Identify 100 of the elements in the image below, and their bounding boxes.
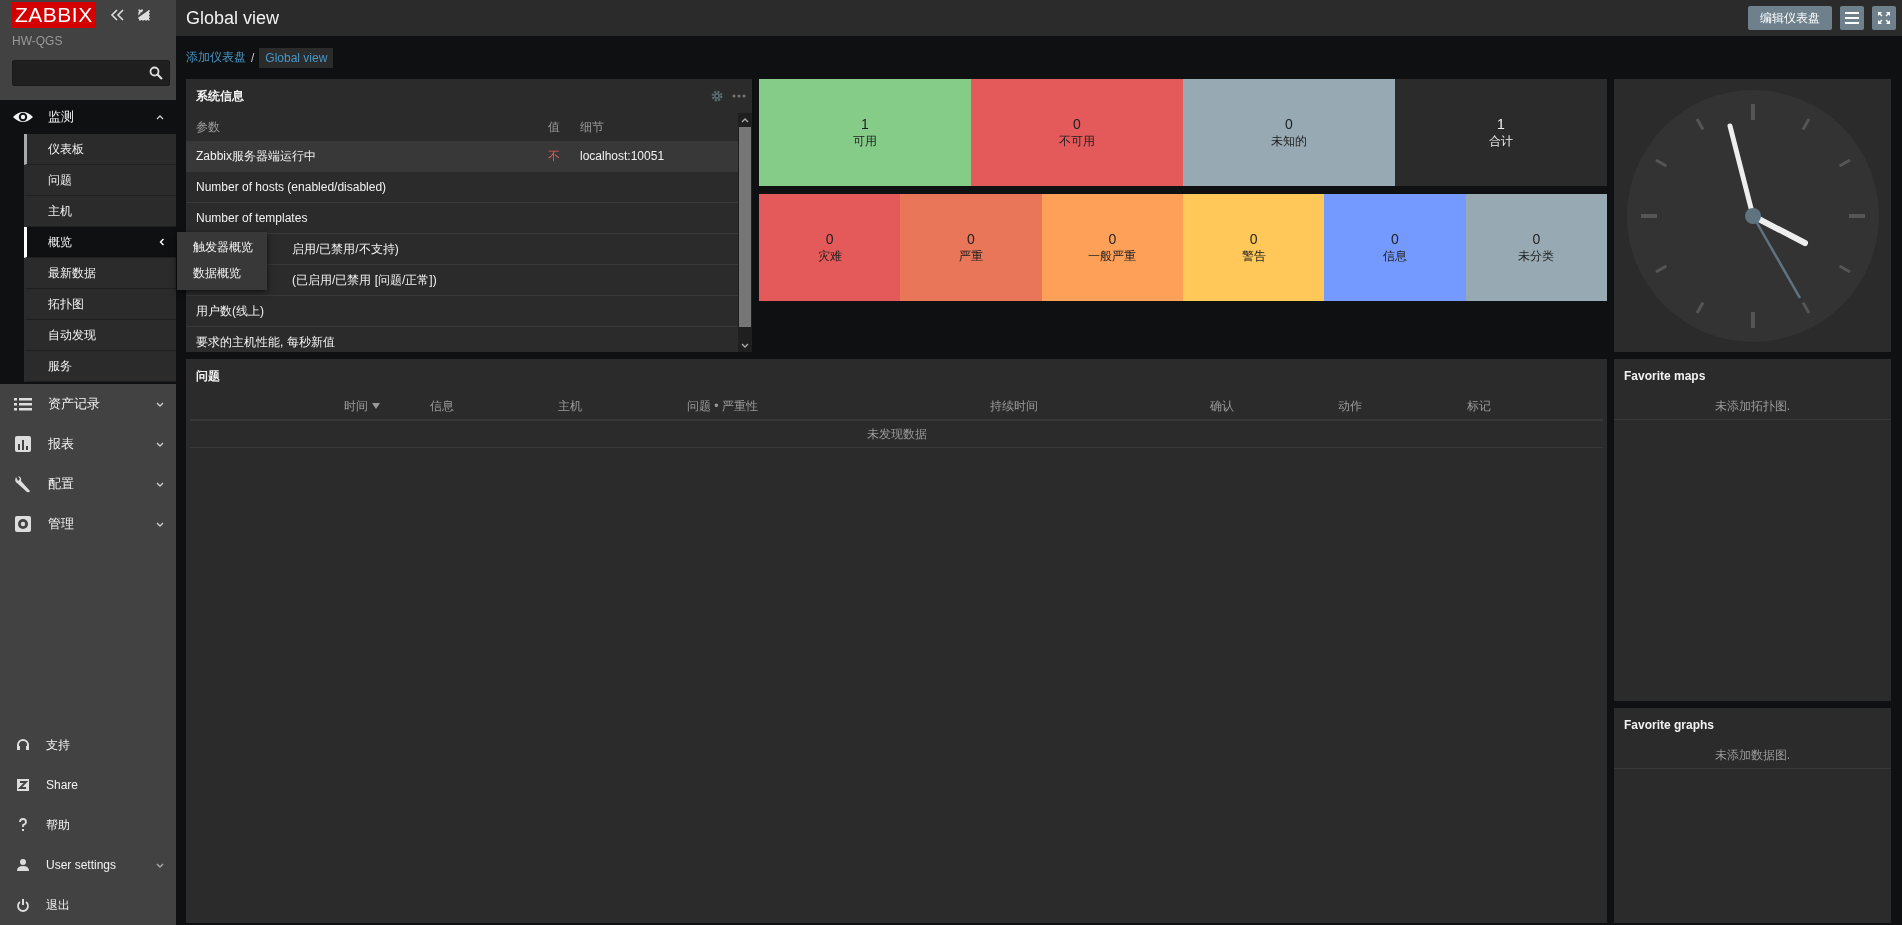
tile-count: 0	[1391, 230, 1399, 247]
widget-title: Favorite maps	[1624, 369, 1707, 383]
logo[interactable]: ZABBIX	[12, 2, 96, 28]
tile-label: 信息	[1382, 247, 1407, 265]
menu-item[interactable]: 管理	[0, 504, 176, 544]
menu-item[interactable]: User settings	[0, 845, 176, 885]
tile-count: 0	[1073, 115, 1081, 132]
tile-label: 不可用	[1059, 132, 1095, 150]
scroll-up-icon	[741, 116, 749, 124]
edit-dashboard-button[interactable]: 编辑仪表盘	[1748, 6, 1832, 30]
chevron-icon	[156, 113, 164, 121]
tile-count: 0	[825, 230, 834, 247]
tile-label: 可用	[853, 132, 877, 150]
table-cell-text: 不	[548, 147, 561, 165]
submenu-item[interactable]: 拓扑图	[24, 289, 176, 320]
menu-item[interactable]: 帮助	[0, 805, 176, 845]
column-header[interactable]: 信息	[430, 397, 558, 415]
table-cell-text: Number of hosts (enabled/disabled)	[196, 180, 388, 194]
breadcrumb-separator: /	[251, 50, 255, 65]
column-header[interactable]: 确认	[1210, 397, 1338, 415]
fullscreen-icon	[1877, 11, 1891, 25]
widget-title: 问题	[196, 367, 221, 385]
submenu-item[interactable]: 服务	[24, 351, 176, 382]
kiosk-mode-icon[interactable]	[137, 9, 150, 21]
menu-item[interactable]: 报表	[0, 424, 176, 464]
column-header[interactable]: 时间	[190, 397, 430, 415]
chevron-icon	[156, 440, 164, 448]
chevron-icon	[156, 480, 164, 488]
column-header[interactable]: 主机	[558, 397, 687, 415]
tile-count: 0	[967, 230, 975, 247]
table-cell-text: 用户数(线上)	[196, 302, 265, 320]
tile-label: 警告	[1241, 247, 1266, 265]
gear-icon	[12, 515, 34, 533]
column-header[interactable]: 动作	[1338, 397, 1467, 415]
settings-icon[interactable]	[711, 90, 723, 102]
widget-title: Favorite graphs	[1624, 718, 1716, 732]
empty-message: 未添加数据图.	[1614, 742, 1891, 769]
table-cell-text: localhost:10051	[580, 149, 666, 163]
scroll-down-icon	[741, 341, 749, 349]
scrollbar[interactable]	[738, 113, 752, 352]
help-icon	[16, 818, 30, 832]
tile-label: 一般严重	[1088, 247, 1137, 265]
search-icon[interactable]	[149, 66, 163, 80]
server-name: HW-QGS	[11, 33, 64, 48]
breadcrumb[interactable]: 添加仪表盘	[186, 49, 246, 66]
empty-message: 未添加拓扑图.	[1614, 393, 1891, 420]
menu-item[interactable]: 配置	[0, 464, 176, 504]
column-header: 值	[548, 118, 561, 136]
collapse-icon[interactable]	[109, 9, 124, 21]
tile-label: 未知的	[1271, 132, 1307, 150]
widget-title: 系统信息	[196, 87, 245, 105]
power-icon	[16, 898, 30, 912]
tile-count: 1	[861, 115, 869, 132]
tile-count: 0	[1285, 115, 1293, 132]
submenu-item[interactable]: 主机	[24, 196, 176, 227]
empty-message: 未发现数据	[190, 421, 1603, 448]
column-header[interactable]: 持续时间	[990, 397, 1210, 415]
menu-button[interactable]	[1840, 6, 1864, 30]
table-cell-text: Number of templates	[196, 211, 309, 225]
submenu-item[interactable]: 仪表板	[24, 134, 176, 165]
bar-chart-icon	[12, 435, 34, 453]
tile-label: 灾难	[817, 247, 842, 265]
tile-label: 严重	[959, 247, 983, 265]
table-cell-text: (已启用/已禁用 [问题/正常])	[292, 271, 438, 289]
menu-item[interactable]: 触发器概览	[177, 235, 267, 261]
chevron-icon	[156, 400, 164, 408]
tile-count: 0	[1532, 230, 1541, 247]
column-header[interactable]: 问题 • 严重性	[687, 397, 990, 415]
list-icon	[12, 395, 34, 413]
fullscreen-button[interactable]	[1872, 6, 1896, 30]
column-header: 参数	[196, 118, 221, 136]
table-cell-text: 启用/已禁用/不支持)	[292, 240, 400, 258]
tile-label: 合计	[1489, 132, 1513, 150]
tile-label: 未分类	[1518, 247, 1555, 265]
search-field[interactable]	[12, 60, 170, 86]
submenu-item[interactable]: 最新数据	[24, 258, 176, 289]
column-header: 细节	[580, 118, 605, 136]
column-header[interactable]: 标记	[1467, 397, 1603, 415]
more-icon[interactable]	[732, 94, 746, 98]
menu-item[interactable]: 监测	[0, 100, 176, 134]
share-icon	[16, 778, 30, 792]
chevron-icon	[156, 861, 164, 869]
menu-item[interactable]: 退出	[0, 885, 176, 925]
breadcrumb[interactable]: Global view	[259, 47, 334, 68]
menu-item[interactable]: 支持	[0, 725, 176, 765]
headset-icon	[16, 738, 30, 752]
menu-item[interactable]: 数据概览	[177, 261, 267, 287]
chevron-icon	[156, 520, 164, 528]
tile-count: 0	[1249, 230, 1258, 247]
tile-count: 0	[1108, 230, 1117, 247]
submenu-item[interactable]: 自动发现	[24, 320, 176, 351]
submenu-item[interactable]: 问题	[24, 165, 176, 196]
submenu-item[interactable]: 概览	[24, 227, 176, 258]
page-title: Global view	[186, 7, 281, 29]
menu-icon	[1845, 12, 1859, 24]
menu-item[interactable]: Share	[0, 765, 176, 805]
table-cell-text: 要求的主机性能, 每秒新值	[196, 333, 336, 351]
user-icon	[16, 858, 30, 872]
chevron-icon	[158, 238, 166, 246]
menu-item[interactable]: 资产记录	[0, 384, 176, 424]
